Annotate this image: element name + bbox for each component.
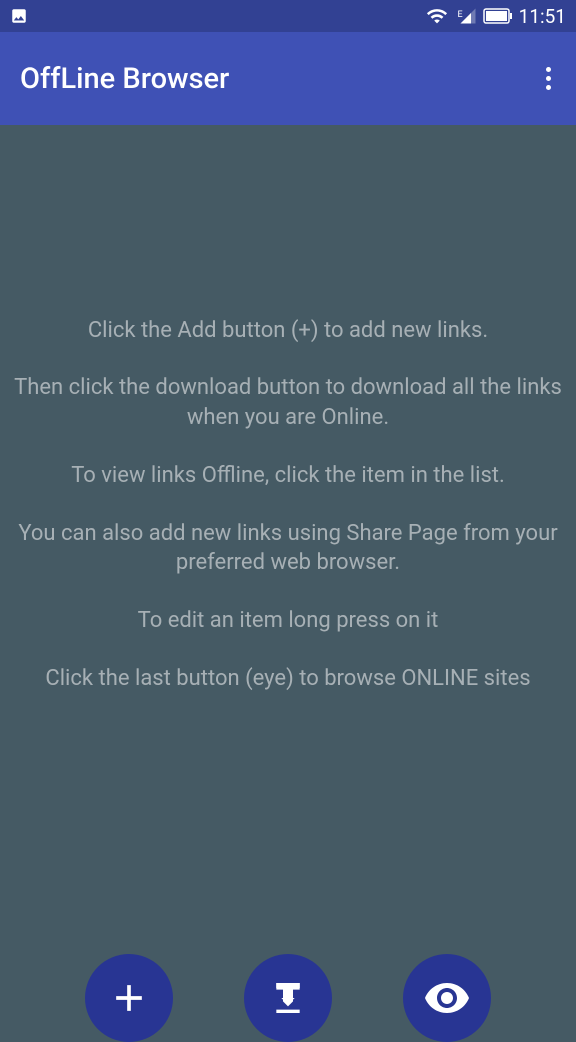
- eye-icon: [423, 974, 471, 1022]
- fab-container: [0, 954, 576, 1024]
- instruction-edit: To edit an item long press on it: [12, 606, 564, 636]
- picture-icon: [10, 7, 28, 25]
- battery-icon: [483, 8, 513, 24]
- instruction-share: You can also add new links using Share P…: [12, 519, 564, 578]
- browse-button[interactable]: [403, 954, 491, 1042]
- empty-state-content: Click the Add button (+) to add new link…: [0, 125, 576, 1024]
- add-button[interactable]: [85, 954, 173, 1042]
- wifi-icon: [426, 5, 448, 27]
- instruction-browse: Click the last button (eye) to browse ON…: [12, 664, 564, 694]
- instruction-download: Then click the download button to downlo…: [12, 373, 564, 432]
- download-button[interactable]: [244, 954, 332, 1042]
- status-bar: E 11:51: [0, 0, 576, 32]
- plus-icon: [107, 976, 151, 1020]
- download-icon: [268, 978, 308, 1018]
- status-right-icons: E 11:51: [426, 5, 566, 28]
- signal-indicator: E: [454, 7, 477, 25]
- status-left-icons: [10, 7, 28, 25]
- status-time: 11:51: [519, 5, 566, 28]
- instruction-add: Click the Add button (+) to add new link…: [12, 316, 564, 346]
- app-bar: OffLine Browser: [0, 32, 576, 125]
- instruction-view: To view links Offline, click the item in…: [12, 461, 564, 491]
- app-title: OffLine Browser: [20, 62, 229, 96]
- overflow-menu-button[interactable]: [541, 57, 556, 100]
